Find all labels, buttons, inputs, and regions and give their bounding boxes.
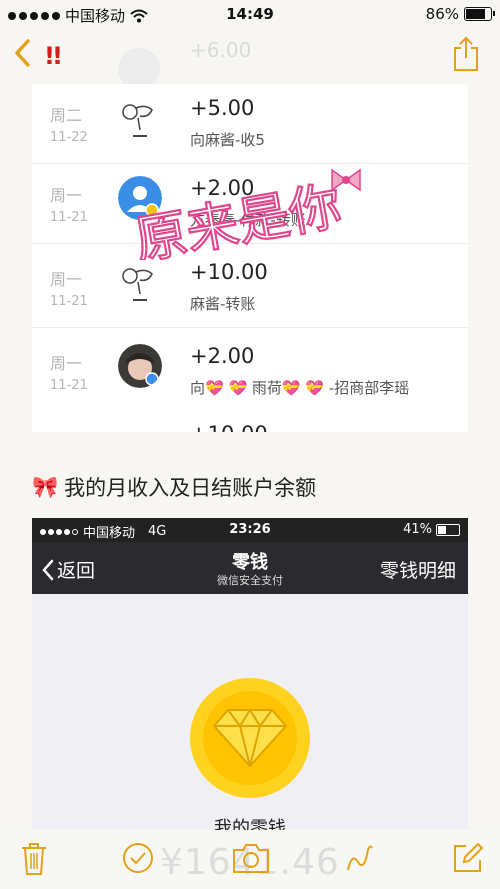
transaction-amount: +10.00 bbox=[190, 260, 268, 284]
transaction-date: 11-22 bbox=[50, 130, 88, 145]
avatar bbox=[118, 260, 162, 304]
sketch-icon[interactable] bbox=[344, 842, 376, 874]
balance-detail-link[interactable]: 零钱明细 bbox=[380, 556, 456, 583]
status-bar: 中国移动 14:49 86% bbox=[0, 0, 500, 28]
wallet-nav-bar: 返回 零钱 微信安全支付 零钱明细 bbox=[32, 542, 468, 594]
ghost-amount: +6.00 bbox=[190, 38, 252, 62]
share-icon[interactable] bbox=[452, 36, 480, 72]
trash-icon[interactable] bbox=[20, 842, 48, 876]
transaction-desc: 向麻酱-收5 bbox=[190, 131, 265, 149]
wallet-status-bar: 中国移动 4G 23:26 41% bbox=[32, 518, 468, 542]
transaction-day: 周一 bbox=[50, 186, 83, 205]
diamond-icon bbox=[212, 708, 288, 768]
battery-percent: 41% bbox=[403, 522, 432, 537]
compose-icon[interactable] bbox=[452, 842, 484, 874]
bottom-toolbar: ¥1641.46 bbox=[0, 830, 500, 889]
battery-icon bbox=[436, 523, 460, 536]
transaction-row[interactable]: 周一 11-21 +2.00 方秦秦-付款-转账 bbox=[32, 164, 468, 244]
transaction-row[interactable]: 周一 11-21 +2.00 向💝 💝 雨荷💝 💝 -招商部李瑶 bbox=[32, 332, 468, 412]
transaction-desc: 向💝 💝 雨荷💝 💝 -招商部李瑶 bbox=[190, 379, 410, 397]
navigation-bar: +6.00 !! bbox=[0, 28, 500, 90]
battery-icon bbox=[464, 7, 495, 21]
divider bbox=[32, 243, 468, 244]
back-chevron-icon[interactable] bbox=[12, 38, 32, 68]
section-heading: 🎀 我的月收入及日结账户余额 bbox=[32, 472, 316, 502]
coin-icon bbox=[190, 678, 310, 798]
transaction-amount: +2.00 bbox=[190, 176, 255, 200]
transaction-list: 周二 11-22 +5.00 向麻酱-收5 周一 11-21 +2.00 方秦秦… bbox=[32, 84, 468, 432]
transaction-row[interactable]: 周一 11-21 +10.00 麻酱-转账 bbox=[32, 248, 468, 328]
transaction-day: 周一 bbox=[50, 354, 83, 373]
wallet-label: 我的零钱 bbox=[214, 818, 286, 830]
checklist-icon[interactable] bbox=[122, 842, 154, 874]
ribbon-icon: 🎀 bbox=[32, 474, 59, 499]
transaction-date: 11-21 bbox=[50, 210, 88, 225]
transaction-date: 11-21 bbox=[50, 294, 88, 309]
transaction-date: 11-21 bbox=[50, 378, 88, 393]
transaction-desc: 方秦秦-付款-转账 bbox=[190, 211, 306, 229]
heading-text: 我的月收入及日结账户余额 bbox=[64, 476, 317, 500]
avatar bbox=[118, 96, 162, 140]
transaction-desc: 麻酱-转账 bbox=[190, 295, 256, 313]
wallet-screenshot: 中国移动 4G 23:26 41% 返回 零钱 微信安全支付 零钱明细 我的零钱 bbox=[32, 518, 468, 830]
transaction-amount: +2.00 bbox=[190, 344, 255, 368]
transaction-day: 周一 bbox=[50, 270, 83, 289]
transaction-row[interactable]: 周二 11-22 +5.00 向麻酱-收5 bbox=[32, 84, 468, 164]
battery-percent: 86% bbox=[425, 5, 459, 23]
transaction-amount: +5.00 bbox=[190, 96, 255, 120]
avatar bbox=[118, 344, 162, 388]
transaction-amount-partial: +10.00 bbox=[190, 422, 268, 432]
camera-icon[interactable] bbox=[232, 842, 270, 874]
priority-flag: !! bbox=[44, 42, 63, 70]
avatar bbox=[118, 176, 162, 220]
divider bbox=[32, 327, 468, 328]
transaction-day: 周二 bbox=[50, 106, 83, 125]
